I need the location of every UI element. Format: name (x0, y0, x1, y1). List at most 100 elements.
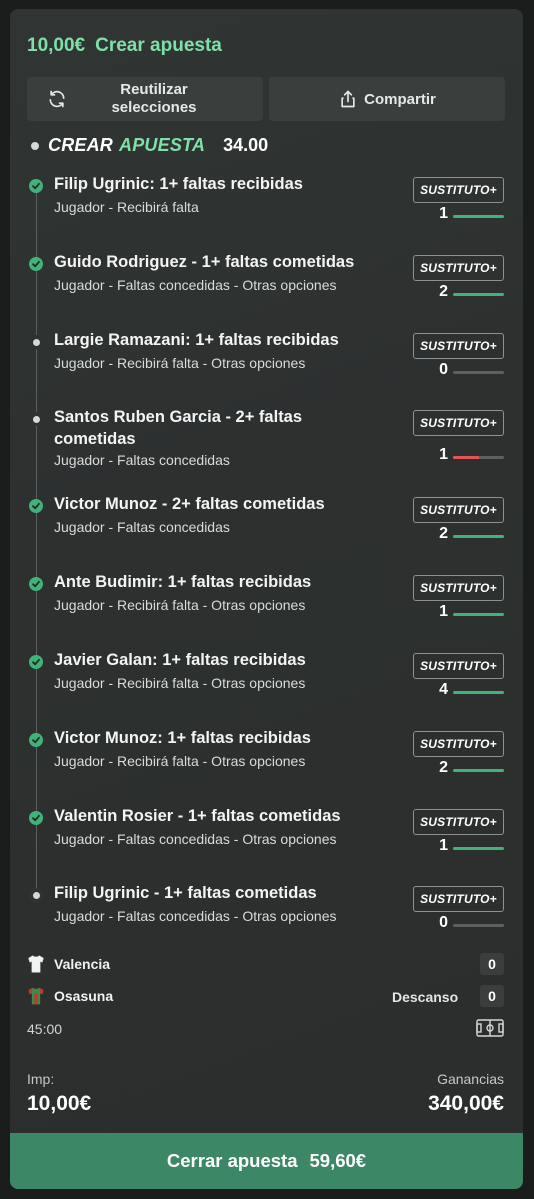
bullet-dot (31, 141, 39, 150)
selection-description: Jugador - Recibirá falta - Otras opcione… (54, 355, 306, 371)
selection-count: 2 (439, 759, 448, 776)
substitute-badge[interactable]: SUSTITUTO+ (413, 255, 504, 281)
selection-progress-bar (453, 847, 504, 850)
reuse-label-line2: selecciones (111, 99, 197, 116)
bet-card: 10,00€ Crear apuesta Reutilizar seleccion… (10, 9, 523, 1189)
substitute-badge[interactable]: SUSTITUTO+ (413, 809, 504, 835)
builder-odds: 34.00 (223, 135, 269, 155)
progress-fill (453, 293, 504, 296)
share-button[interactable]: Compartir (269, 77, 505, 121)
selection-name: Guido Rodriguez - 1+ faltas cometidas (54, 253, 355, 271)
selection-count: 1 (439, 837, 448, 854)
pending-dot-icon (29, 335, 43, 349)
reuse-selections-label: Reutilizar selecciones (111, 81, 196, 117)
selection-name: Largie Ramazani: 1+ faltas recibidas (54, 331, 339, 349)
winnings-label: Ganancias (437, 1071, 504, 1087)
away-team-name: Osasuna (54, 988, 114, 1004)
share-label: Compartir (364, 90, 436, 108)
progress-fill (453, 456, 479, 459)
selection-name: Victor Munoz - 2+ faltas cometidas (54, 495, 325, 513)
selection-count: 1 (439, 205, 448, 222)
selection-description: Jugador - Recibirá falta - Otras opcione… (54, 753, 306, 769)
selection-progress-bar (453, 924, 504, 927)
check-icon (32, 814, 40, 822)
progress-fill (453, 215, 504, 218)
timeline-line (36, 185, 37, 889)
reuse-selections-button[interactable]: Reutilizar selecciones (27, 77, 263, 121)
check-circle-icon (29, 257, 43, 271)
selection-description: Jugador - Recibirá falta - Otras opcione… (54, 597, 306, 613)
selection-count: 0 (439, 361, 448, 378)
home-score: 0 (480, 953, 504, 975)
match-period: Descanso (392, 989, 459, 1005)
substitute-badge[interactable]: SUSTITUTO+ (413, 410, 504, 436)
selection-description: Jugador - Faltas concedidas (54, 519, 230, 535)
selection-name: Ante Budimir: 1+ faltas recibidas (54, 573, 312, 591)
cashout-amount: 59,60€ (309, 1150, 367, 1171)
progress-fill (453, 613, 504, 616)
pending-dot-icon (29, 412, 43, 426)
away-score: 0 (480, 985, 504, 1007)
substitute-badge[interactable]: SUSTITUTO+ (413, 177, 504, 203)
progress-fill (453, 691, 504, 694)
check-icon (32, 502, 40, 510)
pitch-icon[interactable] (476, 1019, 504, 1037)
progress-fill (453, 769, 504, 772)
progress-fill (453, 847, 504, 850)
check-icon (32, 260, 40, 268)
check-icon (32, 658, 40, 666)
white-shirt-icon (28, 955, 44, 973)
home-team: Valencia (26, 953, 110, 975)
selection-name: Javier Galan: 1+ faltas recibidas (54, 651, 306, 669)
bet-builder-title: CREAR APUESTA 34.00 (31, 135, 268, 156)
stake-value: 10,00€ (27, 1092, 92, 1115)
check-circle-icon (29, 811, 43, 825)
cashout-label: Cerrar apuesta (166, 1150, 298, 1171)
reuse-label-line1: Reutilizar (120, 81, 188, 98)
home-team-name: Valencia (54, 956, 111, 972)
substitute-badge[interactable]: SUSTITUTO+ (413, 333, 504, 359)
progress-fill (453, 535, 504, 538)
check-circle-icon (29, 733, 43, 747)
selection-progress-bar (453, 293, 504, 296)
selection-count: 2 (439, 283, 448, 300)
substitute-badge[interactable]: SUSTITUTO+ (413, 653, 504, 679)
substitute-badge[interactable]: SUSTITUTO+ (413, 575, 504, 601)
substitute-badge[interactable]: SUSTITUTO+ (413, 731, 504, 757)
selection-progress-bar (453, 371, 504, 374)
away-team: Osasuna (26, 985, 113, 1007)
refresh-icon (49, 90, 65, 108)
cashout-button[interactable]: Cerrar apuesta 59,60€ (10, 1133, 523, 1189)
check-circle-icon (29, 655, 43, 669)
selection-name: Valentin Rosier - 1+ faltas cometidas (54, 807, 341, 825)
selection-progress-bar (453, 769, 504, 772)
selection-description: Jugador - Recibirá falta (54, 199, 199, 215)
selection-progress-bar (453, 456, 504, 459)
substitute-badge[interactable]: SUSTITUTO+ (413, 886, 504, 912)
share-icon (341, 90, 355, 108)
selection-progress-bar (453, 691, 504, 694)
selection-name: Filip Ugrinic - 1+ faltas cometidas (54, 884, 317, 902)
bet-amount: 10,00€ (27, 35, 86, 56)
stake-label: Imp: (27, 1071, 55, 1087)
builder-title-part2: APUESTA (119, 135, 206, 155)
selection-progress-bar (453, 535, 504, 538)
builder-title-part1: CREAR (48, 135, 114, 155)
selection-description: Jugador - Faltas concedidas - Otras opci… (54, 831, 337, 847)
check-icon (32, 580, 40, 588)
selection-count: 2 (439, 525, 448, 542)
check-circle-icon (29, 577, 43, 591)
check-circle-icon (29, 179, 43, 193)
selection-description: Jugador - Faltas concedidas (54, 452, 230, 468)
bet-title: Crear apuesta (95, 35, 222, 56)
selection-description: Jugador - Recibirá falta - Otras opcione… (54, 675, 306, 691)
pending-dot-icon (29, 888, 43, 902)
selection-name: Victor Munoz: 1+ faltas recibidas (54, 729, 311, 747)
selection-count: 1 (439, 603, 448, 620)
check-icon (32, 736, 40, 744)
selection-progress-bar (453, 613, 504, 616)
match-clock: 45:00 (27, 1021, 63, 1037)
selection-name: Filip Ugrinic: 1+ faltas recibidas (54, 175, 303, 193)
selection-name: Santos Ruben Garcia - 2+ faltas cometida… (54, 408, 303, 448)
substitute-badge[interactable]: SUSTITUTO+ (413, 497, 504, 523)
